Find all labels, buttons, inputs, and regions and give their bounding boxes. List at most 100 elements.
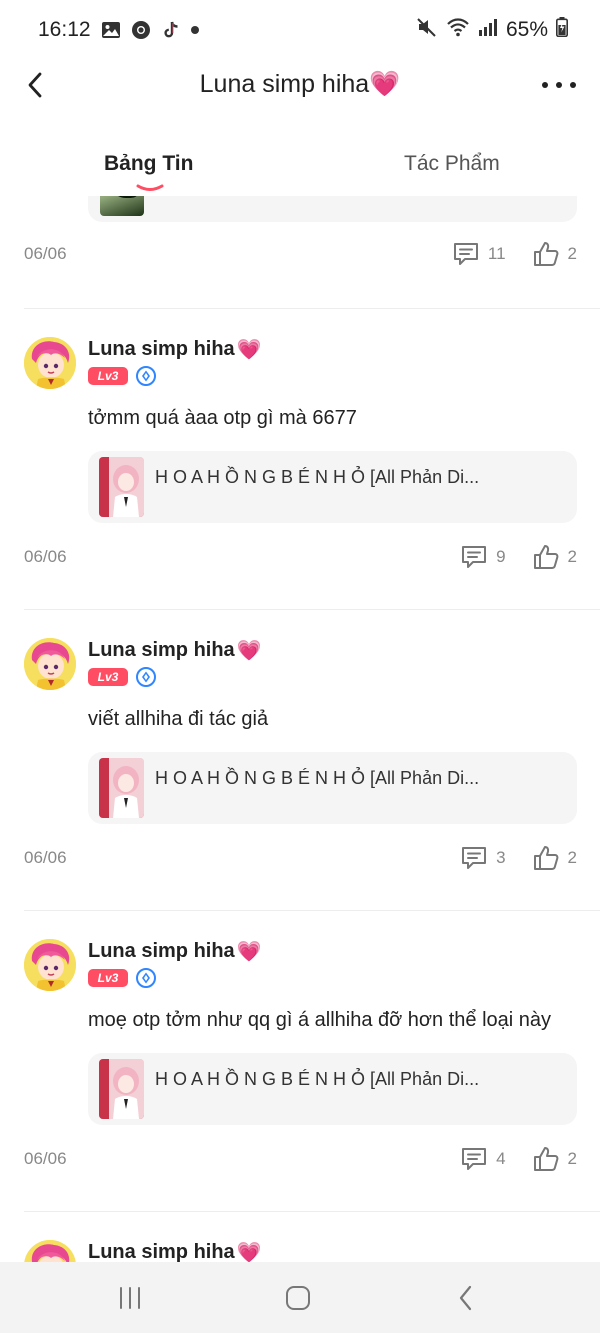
tiktok-icon [161, 20, 181, 40]
comment-button[interactable]: 3 [460, 845, 506, 871]
user-badges: Lv3 [88, 968, 156, 988]
page-title: Luna simp hiha💗 [0, 70, 600, 99]
thumbs-up-icon [533, 1147, 558, 1171]
post-date: 06/06 [24, 244, 67, 263]
feed-list[interactable]: 06/06 11 2 Luna simp hiha 💗 Lv3 tởmm quá… [0, 196, 600, 1262]
like-button[interactable]: 2 [532, 240, 577, 268]
avatar[interactable] [24, 638, 76, 690]
home-icon [286, 1286, 310, 1310]
comment-button[interactable]: 4 [460, 1146, 506, 1172]
like-count: 2 [567, 848, 577, 867]
app-header: Luna simp hiha💗 [0, 60, 600, 110]
page-title-text: Luna simp hiha [199, 70, 370, 98]
post-meta-row: 06/06 9 2 [24, 541, 577, 573]
comment-count: 3 [496, 848, 506, 867]
heart-emoji: 💗 [236, 941, 262, 963]
reference-thumbnail [100, 196, 144, 216]
home-button[interactable] [278, 1284, 318, 1312]
system-back-button[interactable] [446, 1284, 486, 1312]
level-badge: Lv3 [88, 969, 128, 987]
reference-card[interactable] [88, 196, 577, 222]
post-meta-row: 06/06 4 2 [24, 1143, 577, 1175]
comment-count: 11 [487, 244, 506, 263]
comment-icon [462, 1148, 487, 1170]
reference-card[interactable]: H O A H Ồ N G B É N H Ỏ [All Phản Di... [88, 451, 577, 523]
divider [24, 609, 600, 610]
more-options-button[interactable] [542, 74, 576, 96]
comment-button[interactable]: 9 [460, 544, 506, 570]
like-button[interactable]: 2 [532, 543, 577, 571]
gallery-icon [101, 20, 121, 40]
reference-card[interactable]: H O A H Ồ N G B É N H Ỏ [All Phản Di... [88, 752, 577, 824]
dot-icon [542, 82, 548, 88]
heart-emoji: 💗 [369, 70, 401, 98]
verified-icon [136, 968, 156, 988]
post-actions: 9 2 [460, 543, 577, 571]
verified-icon [136, 366, 156, 386]
reference-thumbnail [99, 457, 144, 517]
heart-emoji: 💗 [236, 1242, 262, 1262]
like-button[interactable]: 2 [532, 1145, 577, 1173]
signal-icon [478, 17, 498, 43]
battery-text: 65% [505, 18, 548, 41]
tab-bar: Bảng Tin Tác Phẩm [0, 140, 600, 196]
post-username[interactable]: Luna simp hiha 💗 [88, 638, 262, 663]
dot-icon [190, 26, 199, 34]
status-right: 65% [416, 16, 568, 44]
mute-icon [416, 16, 438, 44]
like-count: 2 [567, 244, 577, 263]
post-text: moẹ otp tởm như qq gì á allhiha đỡ hơn t… [88, 1009, 552, 1031]
avatar[interactable] [24, 337, 76, 389]
like-count: 2 [567, 1149, 577, 1168]
post-date: 06/06 [24, 848, 67, 867]
like-count: 2 [567, 547, 577, 566]
level-badge: Lv3 [88, 367, 128, 385]
thumbs-up-icon [533, 545, 558, 569]
reference-title: H O A H Ồ N G B É N H Ỏ [All Phản Di... [155, 768, 480, 788]
recent-apps-button[interactable] [110, 1284, 150, 1312]
comment-button[interactable]: 11 [452, 241, 506, 267]
post-text: viết allhiha đi tác giả [88, 708, 269, 730]
tab-feed[interactable]: Bảng Tin [104, 152, 193, 176]
post-date: 06/06 [24, 1149, 67, 1168]
username-text: Luna simp hiha [88, 940, 235, 962]
heart-emoji: 💗 [236, 640, 262, 662]
chrome-icon [131, 20, 151, 40]
reference-card[interactable]: H O A H Ồ N G B É N H Ỏ [All Phản Di... [88, 1053, 577, 1125]
verified-icon [136, 667, 156, 687]
post-meta-row: 06/06 11 2 [24, 238, 577, 270]
comment-count: 4 [496, 1149, 506, 1168]
battery-icon [556, 17, 568, 43]
username-text: Luna simp hiha [88, 1241, 235, 1262]
dot-icon [556, 82, 562, 88]
thumbs-up-icon [533, 242, 558, 266]
back-icon [459, 1285, 472, 1311]
comment-icon [453, 243, 478, 265]
post-actions: 11 2 [452, 240, 577, 268]
post-actions: 4 2 [460, 1145, 577, 1173]
divider [24, 308, 600, 309]
reference-thumbnail [99, 758, 144, 818]
post-username[interactable]: Luna simp hiha 💗 [88, 1240, 262, 1262]
divider [24, 910, 600, 911]
post-username[interactable]: Luna simp hiha 💗 [88, 337, 262, 362]
comment-count: 9 [496, 547, 506, 566]
system-navigation-bar [0, 1262, 600, 1333]
reference-title: H O A H Ồ N G B É N H Ỏ [All Phản Di... [155, 1069, 480, 1089]
avatar[interactable] [24, 1240, 76, 1262]
comment-icon [462, 847, 487, 869]
status-time: 16:12 [38, 18, 91, 41]
reference-title: H O A H Ồ N G B É N H Ỏ [All Phản Di... [155, 467, 480, 487]
avatar[interactable] [24, 939, 76, 991]
status-bar: 16:12 65% [0, 0, 600, 60]
thumbs-up-icon [533, 846, 558, 870]
post-actions: 3 2 [460, 844, 577, 872]
user-badges: Lv3 [88, 366, 156, 386]
like-button[interactable]: 2 [532, 844, 577, 872]
post-date: 06/06 [24, 547, 67, 566]
post-username[interactable]: Luna simp hiha 💗 [88, 939, 262, 964]
user-badges: Lv3 [88, 667, 156, 687]
tab-works[interactable]: Tác Phẩm [404, 152, 500, 176]
recent-apps-icon [120, 1287, 140, 1309]
divider [24, 1211, 600, 1212]
